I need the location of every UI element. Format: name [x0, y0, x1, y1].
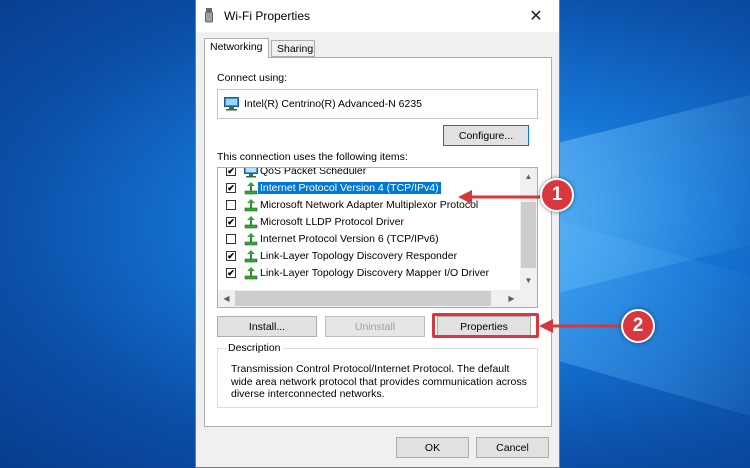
tab-networking[interactable]: Networking: [204, 38, 269, 58]
cancel-button[interactable]: Cancel: [476, 437, 549, 458]
horizontal-scrollbar[interactable]: ◀ ▶: [218, 290, 520, 307]
network-protocol-icon: [244, 267, 258, 280]
item-checkbox[interactable]: ✔: [226, 251, 236, 261]
dialog-title: Wi-Fi Properties: [224, 9, 311, 23]
description-label: Description: [226, 342, 283, 354]
item-label: Microsoft Network Adapter Multiplexor Pr…: [260, 199, 479, 211]
scroll-up-icon[interactable]: ▲: [520, 168, 537, 184]
item-checkbox[interactable]: [226, 234, 236, 244]
vertical-scrollbar[interactable]: ▲ ▼: [520, 168, 537, 290]
network-protocol-icon: [244, 250, 258, 263]
networking-panel: Connect using: Intel(R) Centrino(R) Adva…: [204, 57, 552, 427]
scroll-down-icon[interactable]: ▼: [520, 272, 537, 288]
description-text: Transmission Control Protocol/Internet P…: [231, 363, 527, 400]
close-button[interactable]: ✕: [513, 0, 559, 32]
configure-button[interactable]: Configure...: [443, 125, 529, 146]
title-bar[interactable]: Wi-Fi Properties ✕: [196, 0, 559, 32]
list-item[interactable]: ✔ Internet Protocol Version 4 (TCP/IPv4): [218, 180, 520, 197]
item-label: Internet Protocol Version 4 (TCP/IPv4): [257, 181, 442, 195]
item-label: Microsoft LLDP Protocol Driver: [260, 216, 404, 228]
wifi-properties-dialog: Wi-Fi Properties ✕ Sharing Networking Co…: [195, 0, 560, 468]
uninstall-button[interactable]: Uninstall: [325, 316, 425, 337]
close-icon: ✕: [529, 8, 543, 25]
item-label: Link-Layer Topology Discovery Responder: [260, 250, 458, 262]
list-item[interactable]: Internet Protocol Version 6 (TCP/IPv6): [218, 231, 520, 248]
list-item[interactable]: ✔ Microsoft LLDP Protocol Driver: [218, 214, 520, 231]
ok-button[interactable]: OK: [396, 437, 469, 458]
vertical-scroll-thumb[interactable]: [521, 202, 536, 268]
items-label: This connection uses the following items…: [217, 151, 408, 163]
scroll-left-icon[interactable]: ◀: [218, 290, 235, 306]
item-label: Link-Layer Topology Discovery Mapper I/O…: [260, 267, 490, 279]
tab-sharing[interactable]: Sharing: [271, 40, 315, 57]
item-checkbox[interactable]: ✔: [226, 183, 236, 193]
step-1-marker: 1: [540, 178, 574, 212]
item-label: Internet Protocol Version 6 (TCP/IPv6): [260, 233, 439, 245]
list-item[interactable]: ✔ Link-Layer Topology Discovery Mapper I/…: [218, 265, 520, 282]
item-label: QoS Packet Scheduler: [260, 167, 367, 177]
network-protocol-icon: [244, 233, 258, 246]
item-checkbox[interactable]: [226, 200, 236, 210]
horizontal-scroll-thumb[interactable]: [235, 291, 491, 306]
properties-highlight-box: [432, 313, 539, 338]
adapter-name: Intel(R) Centrino(R) Advanced-N 6235: [244, 98, 422, 110]
list-item[interactable]: ✔ Link-Layer Topology Discovery Responder: [218, 248, 520, 265]
items-listbox[interactable]: ✔ Link-Layer Topology Discovery Mapper I/…: [217, 167, 538, 308]
install-button[interactable]: Install...: [217, 316, 317, 337]
network-protocol-icon: [244, 216, 258, 229]
item-checkbox[interactable]: ✔: [226, 217, 236, 227]
list-item[interactable]: Microsoft Network Adapter Multiplexor Pr…: [218, 197, 520, 214]
scroll-corner: [520, 290, 537, 307]
step-2-marker: 2: [621, 309, 655, 343]
wifi-adapter-icon: [205, 8, 213, 23]
description-group: Description Transmission Control Protoco…: [217, 342, 538, 408]
list-item[interactable]: ✔ QoS Packet Scheduler: [218, 167, 520, 180]
network-adapter-icon: [224, 97, 239, 111]
scroll-right-icon[interactable]: ▶: [503, 290, 520, 306]
adapter-field: Intel(R) Centrino(R) Advanced-N 6235: [217, 89, 538, 119]
network-protocol-icon: [244, 182, 258, 195]
connect-using-label: Connect using:: [217, 72, 288, 84]
item-checkbox[interactable]: ✔: [226, 268, 236, 278]
network-service-icon: [244, 168, 258, 178]
item-checkbox[interactable]: ✔: [226, 168, 236, 176]
network-protocol-icon: [244, 199, 258, 212]
